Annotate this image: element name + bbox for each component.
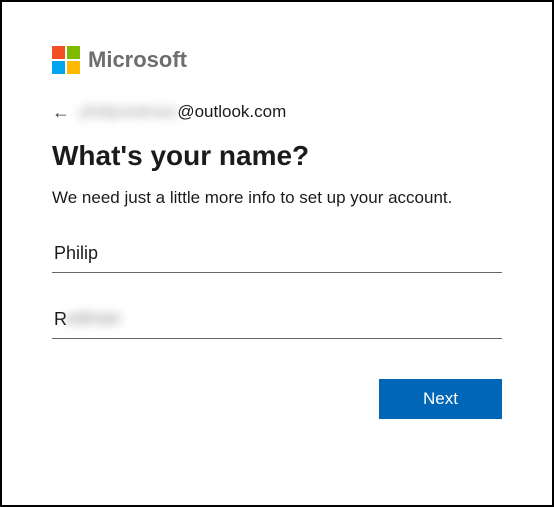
email-redacted-prefix: philip <box>80 102 120 122</box>
microsoft-logo-icon <box>52 46 80 74</box>
email-redacted-mid: redman <box>120 102 178 122</box>
first-name-field[interactable] <box>52 237 502 273</box>
page-subtext: We need just a little more info to set u… <box>52 186 502 211</box>
page-title: What's your name? <box>52 140 502 172</box>
account-email: philip redman @outlook.com <box>80 102 286 122</box>
email-domain: @outlook.com <box>177 102 286 122</box>
button-row: Next <box>52 379 502 419</box>
brand-name: Microsoft <box>88 47 187 73</box>
last-name-field[interactable] <box>52 303 502 339</box>
next-button[interactable]: Next <box>379 379 502 419</box>
identity-row: ← philip redman @outlook.com <box>52 102 502 122</box>
brand-header: Microsoft <box>52 46 502 74</box>
back-arrow-icon[interactable]: ← <box>52 103 70 121</box>
